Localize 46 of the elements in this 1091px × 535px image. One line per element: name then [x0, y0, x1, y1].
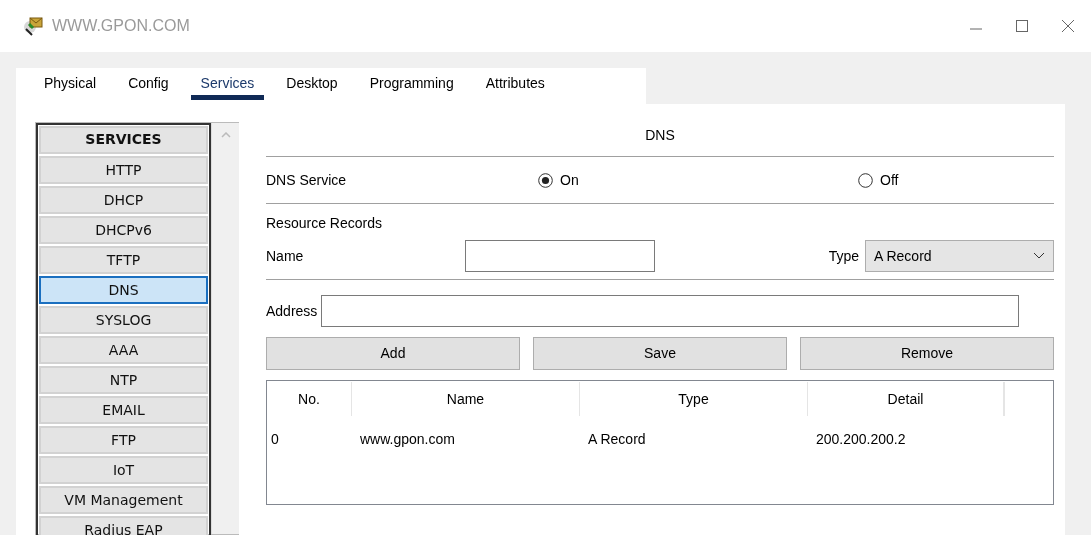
sidebar-item[interactable]: AAA	[39, 336, 208, 364]
column-header: Name	[352, 382, 580, 416]
tab[interactable]: Attributes	[475, 76, 555, 101]
radio-button[interactable]	[858, 172, 873, 188]
section-title: DNS	[644, 126, 676, 145]
field-label: Address	[266, 301, 318, 321]
radio-button[interactable]	[538, 172, 553, 188]
tab[interactable]: Desktop	[276, 76, 348, 101]
type-dropdown[interactable]: A Record	[865, 240, 1054, 272]
option-label: On	[560, 170, 579, 190]
address-field[interactable]	[320, 295, 1019, 327]
chevron-down-icon	[1033, 252, 1045, 260]
sidebar-item[interactable]: FTP	[39, 426, 208, 454]
app-icon	[22, 15, 44, 37]
column-header: Detail	[808, 382, 1004, 416]
sidebar-item[interactable]: EMAIL	[39, 396, 208, 424]
option-label: Off	[880, 170, 899, 190]
sidebar-item[interactable]: Radius EAP	[39, 516, 208, 535]
table-cell-text: 200.200.200.2	[815, 430, 907, 449]
field-label: DNS Service	[266, 170, 348, 190]
name-field[interactable]	[465, 240, 655, 272]
sidebar-item[interactable]: DNS	[39, 276, 208, 304]
sidebar-item[interactable]: NTP	[39, 366, 208, 394]
sidebar-item[interactable]: IoT	[39, 456, 208, 484]
sidebar-heading: SERVICES	[39, 126, 208, 154]
section-label: Resource Records	[266, 214, 383, 233]
column-header: No.	[267, 382, 352, 416]
action-button[interactable]: Remove	[800, 337, 1054, 370]
sidebar-item[interactable]: VM Management	[39, 486, 208, 514]
table-cell-text: www.gpon.com	[359, 430, 456, 449]
action-button[interactable]: Save	[533, 337, 787, 370]
sidebar-item[interactable]: TFTP	[39, 246, 208, 274]
tab[interactable]: Programming	[359, 76, 464, 101]
sidebar-item[interactable]: DHCP	[39, 186, 208, 214]
sidebar-item[interactable]: DHCPv6	[39, 216, 208, 244]
window-title: WWW.GPON.COM	[52, 16, 190, 36]
column-header: Type	[580, 382, 808, 416]
tab[interactable]: Config	[118, 76, 179, 101]
table-cell-text: 0	[270, 430, 280, 449]
sidebar-item[interactable]: HTTP	[39, 156, 208, 184]
field-label: Type	[828, 246, 859, 266]
action-button[interactable]: Add	[266, 337, 520, 370]
tab[interactable]: Physical	[34, 76, 107, 101]
sidebar-item[interactable]: SYSLOG	[39, 306, 208, 334]
field-label: Name	[266, 246, 305, 266]
table-cell-text: A Record	[587, 430, 647, 449]
